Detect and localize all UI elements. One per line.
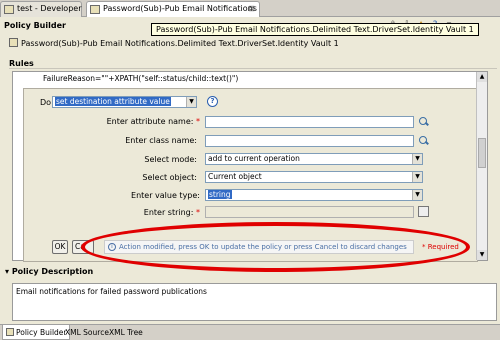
chevron-down-icon[interactable]: ▼ (412, 172, 422, 182)
chevron-down-icon[interactable]: ▼ (412, 190, 422, 200)
required-marker: * (196, 208, 200, 217)
select-mode-label: Select mode: (144, 155, 197, 164)
class-name-label: Enter class name: (125, 136, 197, 145)
tab-label: Policy Builder (16, 328, 67, 337)
value-editor-icon[interactable] (418, 206, 429, 217)
editor-tab-bar: test - Developer Password(Sub)-Pub Email… (0, 0, 500, 17)
tab-xml-source[interactable]: XML Source (62, 325, 112, 340)
highlight-ellipse (81, 222, 470, 272)
chevron-down-icon[interactable]: ▼ (412, 154, 422, 164)
policy-icon (9, 38, 18, 47)
close-icon[interactable]: ⊠ (248, 4, 255, 13)
search-icon[interactable] (418, 135, 430, 147)
class-name-input[interactable] (205, 135, 414, 147)
ok-button[interactable]: OK (52, 240, 68, 254)
policy-builder-title: Policy Builder (4, 21, 66, 30)
select-object-label: Select object: (142, 173, 197, 182)
tab-xml-tree[interactable]: XML Tree (106, 325, 146, 340)
policy-path: Password(Sub)-Pub Email Notifications.De… (9, 38, 339, 48)
action-select-value: set destination attribute value (55, 97, 171, 106)
policy-description-title: ▾ Policy Description (5, 267, 93, 276)
select-object-value: Current object (208, 172, 262, 181)
attribute-name-label: Enter attribute name: * (50, 117, 200, 126)
policy-path-text: Password(Sub)-Pub Email Notifications.De… (21, 39, 339, 48)
do-label: Do (40, 98, 52, 107)
tab-label: Password(Sub)-Pub Email Notifications (103, 4, 257, 13)
tab-policy[interactable]: Password(Sub)-Pub Email Notifications ⊠ (86, 1, 260, 17)
tab-policy-builder[interactable]: Policy Builder (2, 325, 71, 340)
policy-description-textarea[interactable]: Email notifications for failed password … (12, 283, 497, 321)
string-label: Enter string: * (50, 208, 200, 217)
label-text: Enter attribute name: (106, 117, 194, 126)
collapse-icon[interactable]: ▾ (5, 267, 9, 276)
label-text: Enter string: (143, 208, 194, 217)
chevron-down-icon[interactable]: ▼ (186, 97, 196, 107)
scroll-thumb[interactable] (478, 138, 486, 168)
divider (9, 68, 497, 69)
value-type-value: string (208, 190, 232, 199)
help-icon[interactable]: ? (207, 96, 218, 107)
string-input[interactable] (205, 206, 414, 218)
attribute-name-input[interactable] (205, 116, 414, 128)
tab-label: test - Developer (17, 4, 82, 13)
scroll-up-icon[interactable]: ▲ (477, 72, 487, 82)
search-icon[interactable] (418, 116, 430, 128)
value-type-label: Enter value type: (131, 191, 200, 200)
required-marker: * (196, 117, 200, 126)
path-tooltip: Password(Sub)-Pub Email Notifications.De… (151, 23, 479, 36)
policy-icon (90, 5, 100, 14)
editor-bottom-tabs: Policy Builder XML Source XML Tree (0, 324, 500, 340)
vertical-scrollbar[interactable]: ▲ ▼ (476, 72, 487, 260)
select-mode-value: add to current operation (208, 154, 300, 163)
select-object-dropdown[interactable]: Current object ▼ (205, 171, 423, 183)
scroll-down-icon[interactable]: ▼ (477, 250, 487, 260)
tab-test-developer[interactable]: test - Developer (0, 1, 82, 17)
action-select[interactable]: set destination attribute value ▼ (52, 96, 197, 108)
document-icon (4, 5, 14, 14)
rules-title: Rules (9, 59, 34, 68)
select-mode-dropdown[interactable]: add to current operation ▼ (205, 153, 423, 165)
policy-builder-icon (6, 328, 14, 336)
value-type-dropdown[interactable]: string ▼ (205, 189, 423, 201)
policy-description-title-text: Policy Description (11, 267, 94, 276)
failure-reason-line: FailureReason=""+XPATH("self::status/chi… (43, 74, 239, 83)
